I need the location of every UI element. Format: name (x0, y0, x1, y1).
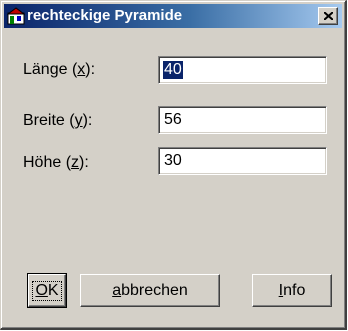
cancel-button[interactable]: abbrechen (80, 274, 220, 307)
pyramid-app-icon (7, 7, 25, 25)
width-label: Breite (y): (23, 112, 93, 129)
length-value: 40 (163, 61, 183, 79)
ok-button[interactable]: OK (27, 273, 67, 308)
length-input[interactable]: 40 (158, 56, 327, 84)
window-title: rechteckige Pyramide (27, 7, 183, 24)
width-input[interactable]: 56 (158, 106, 327, 134)
height-label: Höhe (z): (23, 154, 89, 171)
info-button[interactable]: Info (252, 274, 332, 307)
length-label: Länge (x): (23, 61, 96, 78)
height-input[interactable]: 30 (158, 147, 327, 175)
dialog-window: rechteckige Pyramide Länge (x): 40 Breit… (0, 0, 347, 330)
close-icon (324, 12, 333, 20)
title-bar[interactable]: rechteckige Pyramide (4, 4, 342, 28)
width-value: 56 (164, 111, 182, 128)
close-button[interactable] (318, 7, 338, 25)
height-value: 30 (164, 152, 182, 169)
